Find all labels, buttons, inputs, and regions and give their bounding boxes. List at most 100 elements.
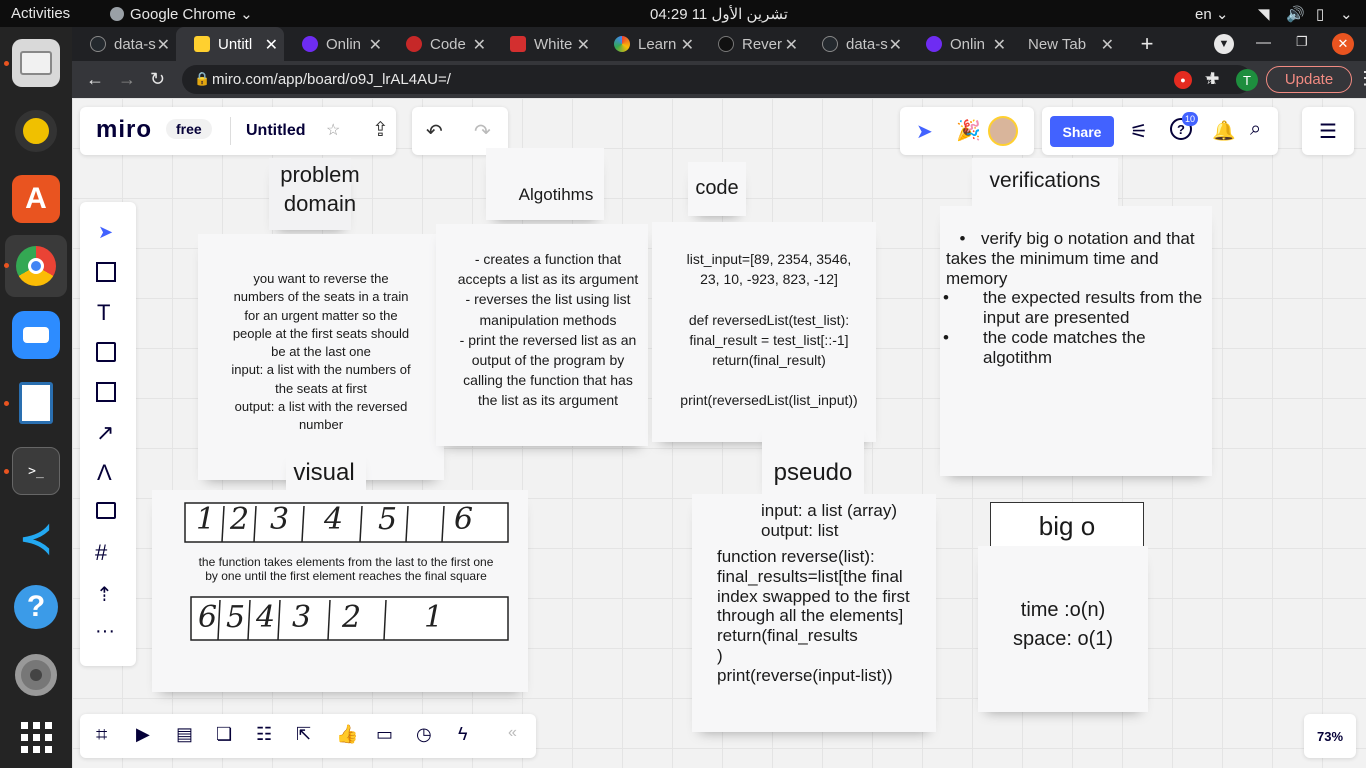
shape-tool-icon[interactable] <box>96 382 116 402</box>
text-tool-icon[interactable]: T <box>97 300 110 326</box>
files-icon[interactable] <box>12 39 60 87</box>
close-tab-icon[interactable]: ✕ <box>265 35 278 55</box>
language-indicator[interactable]: en ⌄ <box>1195 5 1228 23</box>
zoom-level[interactable]: 73% <box>1304 714 1356 758</box>
undo-icon[interactable]: ↶ <box>426 119 443 144</box>
close-tab-icon[interactable]: ✕ <box>369 35 382 55</box>
redo-icon[interactable]: ↷ <box>474 119 491 144</box>
pseudo-code-text: function reverse(list): final_results=li… <box>717 547 910 685</box>
big-o-title: big o <box>1038 511 1096 541</box>
settings-sliders-icon[interactable]: ⚟ <box>1130 119 1148 144</box>
select-tool-icon[interactable]: ➤ <box>98 222 113 243</box>
notes-list-icon[interactable]: ☰ <box>1302 107 1354 155</box>
close-tab-icon[interactable]: ✕ <box>157 35 170 55</box>
help-icon[interactable]: ? <box>12 583 60 631</box>
close-tab-icon[interactable]: ✕ <box>681 35 694 55</box>
app-menu[interactable]: Google Chrome ⌄ <box>110 5 253 23</box>
collapse-icon[interactable]: « <box>508 724 517 742</box>
sticky-note-icon[interactable] <box>96 342 116 362</box>
miro-logo[interactable]: miro <box>96 116 152 144</box>
board-title[interactable]: Untitled <box>246 122 306 140</box>
document-viewer-icon[interactable] <box>12 379 60 427</box>
extensions-icon[interactable]: ✚ <box>1206 69 1219 89</box>
clock[interactable]: 04:29 11 تشرين الأول <box>650 5 788 23</box>
browser-tab[interactable]: Learn ✕ <box>596 27 700 61</box>
export-icon[interactable]: ⇪ <box>372 117 389 142</box>
volume-icon[interactable]: 🔊 <box>1286 5 1305 23</box>
share-button[interactable]: Share <box>1050 116 1114 147</box>
apps-lightning-icon[interactable]: ϟ <box>458 724 468 745</box>
comment-icon[interactable] <box>96 502 116 519</box>
more-tools-icon[interactable]: ··· <box>95 620 115 643</box>
terminal-icon[interactable]: >_ <box>12 447 60 495</box>
pen-icon[interactable]: Λ <box>97 460 112 486</box>
browser-tab[interactable]: Onlin ✕ <box>284 27 388 61</box>
close-tab-icon[interactable]: ✕ <box>1101 35 1114 55</box>
forward-icon[interactable]: → <box>118 69 136 90</box>
system-menu-chevron-icon[interactable]: ⌄ <box>1340 5 1353 23</box>
cursor-follow-icon[interactable]: ➤ <box>916 119 933 144</box>
miro-board-canvas[interactable]: miro free Untitled ☆ ⇪ ↶ ↷ ➤ 🎉 Share ⚟ ?… <box>72 98 1366 768</box>
codewars-favicon-icon <box>406 36 422 52</box>
close-tab-icon[interactable]: ✕ <box>993 35 1006 55</box>
plan-badge[interactable]: free <box>166 119 212 139</box>
vscode-icon[interactable]: ≺ <box>12 515 60 563</box>
close-window-icon[interactable]: ✕ <box>1332 33 1354 55</box>
close-tab-icon[interactable]: ✕ <box>889 35 902 55</box>
browser-tab[interactable]: Rever ✕ <box>700 27 804 61</box>
close-tab-icon[interactable]: ✕ <box>785 35 798 55</box>
show-apps-icon[interactable] <box>12 713 60 761</box>
browser-tab[interactable]: Onlin ✕ <box>908 27 1012 61</box>
chrome-menu-icon[interactable]: ⋮ <box>1356 68 1366 89</box>
software-store-icon[interactable]: A <box>12 175 60 223</box>
presentation-icon[interactable]: ▶ <box>136 724 150 745</box>
upload-icon[interactable]: ⇡ <box>96 582 113 607</box>
connection-line-icon[interactable]: ↗ <box>96 420 114 446</box>
comments-icon[interactable]: ▤ <box>176 724 193 745</box>
search-icon[interactable]: ⌕ <box>1250 118 1261 141</box>
collaboration-panel: ➤ 🎉 <box>900 107 1034 155</box>
zoom-icon[interactable] <box>12 311 60 359</box>
address-bar[interactable]: 🔒 miro.com/app/board/o9J_lrAL4AU=/ ☆ <box>182 65 1252 94</box>
chrome-icon[interactable] <box>12 242 60 290</box>
close-tab-icon[interactable]: ✕ <box>577 35 590 55</box>
battery-icon[interactable]: ▯ <box>1316 5 1324 23</box>
back-icon[interactable]: ← <box>86 69 104 90</box>
celebrate-icon[interactable]: 🎉 <box>956 118 981 143</box>
bullet: • <box>943 288 949 308</box>
close-tab-icon[interactable]: ✕ <box>473 35 486 55</box>
browser-tab[interactable]: New Tab ✕ <box>1012 27 1120 61</box>
new-tab-button[interactable]: + <box>1134 31 1160 57</box>
rhythmbox-icon[interactable] <box>12 107 60 155</box>
sticky-note[interactable] <box>486 148 604 220</box>
adblock-extension-icon[interactable]: ● <box>1174 71 1192 89</box>
frame-icon[interactable]: # <box>95 540 107 566</box>
browser-tab[interactable]: Code ✕ <box>388 27 492 61</box>
algorithms-title: Algotihms <box>518 185 594 204</box>
browser-tab[interactable]: data-s ✕ <box>72 27 176 61</box>
screen-share-icon[interactable]: ⇱ <box>296 724 311 745</box>
reload-icon[interactable]: ↻ <box>150 69 165 90</box>
wifi-icon[interactable]: ◥ <box>1258 5 1270 23</box>
profile-avatar[interactable]: T <box>1236 69 1258 91</box>
chat-icon[interactable]: ❏ <box>216 724 232 745</box>
bell-icon[interactable]: 🔔 <box>1212 119 1236 143</box>
frames-icon[interactable]: ⌗ <box>96 724 107 747</box>
star-icon[interactable]: ☆ <box>326 120 340 140</box>
update-button[interactable]: Update <box>1266 66 1352 93</box>
timer-icon[interactable]: ◷ <box>416 724 432 745</box>
browser-tab[interactable]: data-s ✕ <box>804 27 908 61</box>
templates-icon[interactable] <box>96 262 116 282</box>
activities-button[interactable]: Activities <box>11 5 70 22</box>
browser-tab[interactable]: White ✕ <box>492 27 596 61</box>
video-icon[interactable]: ▭ <box>376 724 393 745</box>
minimize-icon[interactable]: — <box>1256 34 1271 51</box>
browser-tab-active[interactable]: Untitl ✕ <box>176 27 284 61</box>
restore-icon[interactable]: ❐ <box>1296 34 1308 50</box>
voting-icon[interactable]: 👍 <box>336 724 358 745</box>
algorithms-text: - creates a function that accepts a list… <box>457 251 639 409</box>
user-avatar[interactable] <box>988 116 1018 146</box>
cards-icon[interactable]: ☷ <box>256 724 272 745</box>
settings-icon[interactable] <box>12 651 60 699</box>
tab-search-icon[interactable]: ▼ <box>1214 34 1234 54</box>
